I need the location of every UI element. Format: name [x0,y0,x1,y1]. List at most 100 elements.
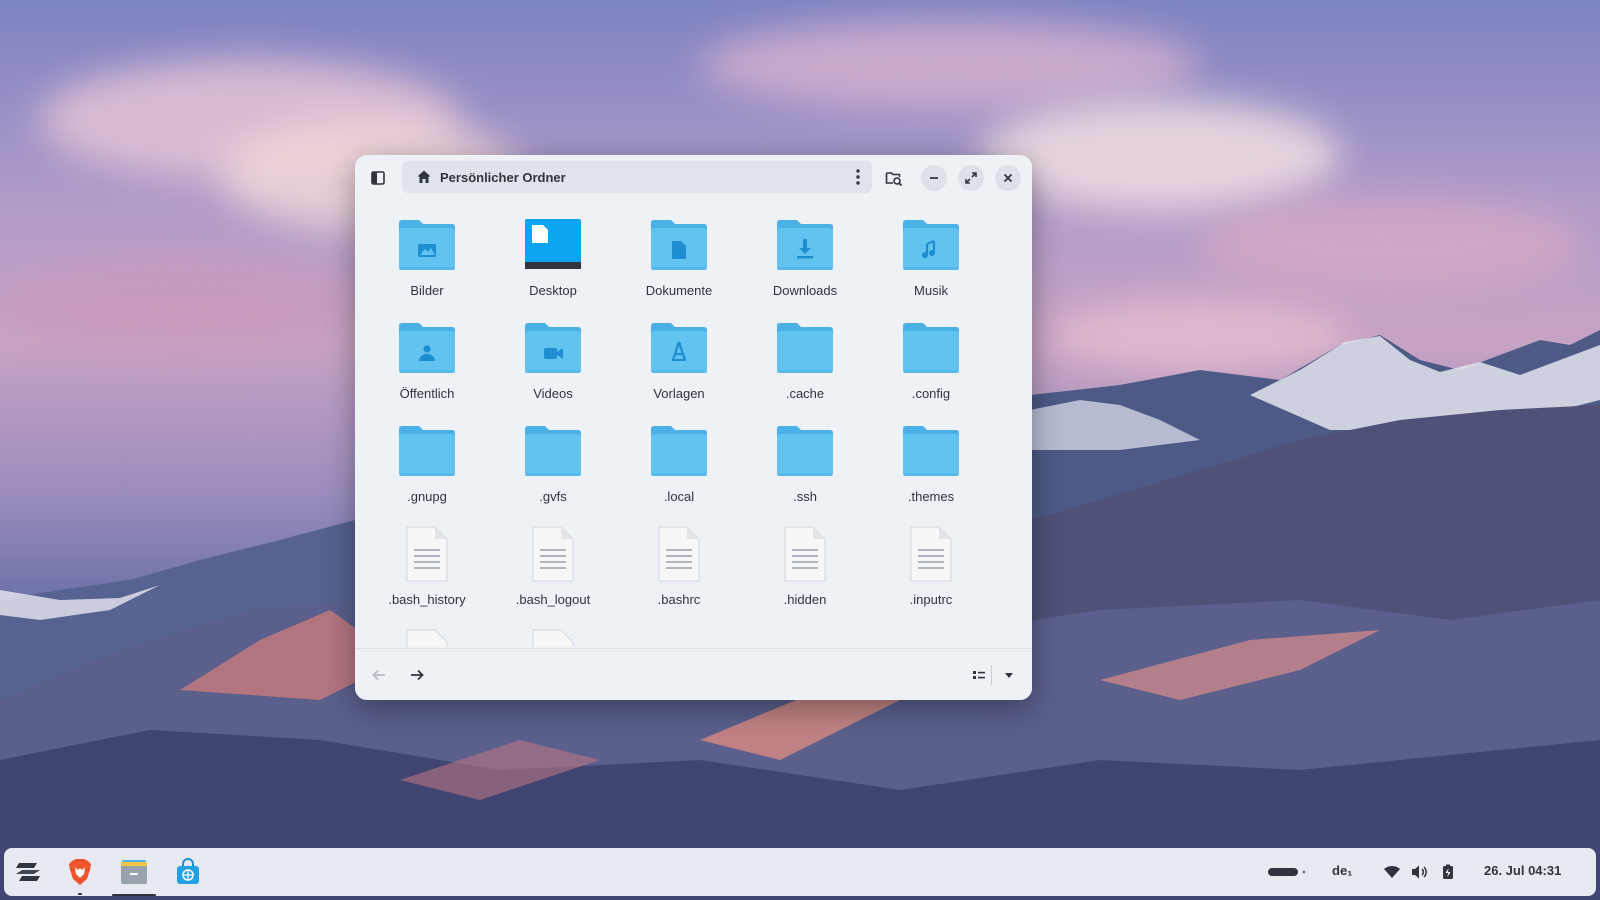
video-folder-icon [525,323,581,373]
current-folder-label: Persönlicher Ordner [440,169,566,185]
text-file-icon [784,526,826,582]
file-item-dot-bash-history[interactable]: .bash_history [367,526,487,626]
file-item-label: .hidden [783,592,827,607]
image-folder-icon [399,220,455,270]
document-folder-icon [651,220,707,270]
folder-icon [903,323,959,373]
view-mode-button[interactable] [967,663,991,687]
file-item-dot-hidden[interactable]: .hidden [745,526,865,626]
text-file-icon [406,526,448,582]
volume-icon [1412,865,1427,879]
file-item-dokumente[interactable]: Dokumente [619,217,739,317]
folder-icon [777,426,833,476]
file-item-dot-bash-logout[interactable]: .bash_logout [493,526,613,626]
toggle-sidebar-button[interactable] [365,165,391,191]
folder-icon [903,426,959,476]
sidebar-icon [371,171,385,185]
file-item-vorlagen[interactable]: Vorlagen [619,320,739,420]
view-options-dropdown[interactable] [997,663,1021,687]
file-item-partial[interactable] [367,629,487,647]
clock[interactable]: 26. Jul 04:31 [1484,863,1561,878]
file-item-musik[interactable]: Musik [871,217,991,317]
maximize-button[interactable] [958,165,984,191]
file-item-label: .ssh [793,489,817,504]
folder-icon [399,426,455,476]
file-item-downloads[interactable]: Downloads [745,217,865,317]
file-item-label: .themes [907,489,955,504]
file-item-label: Desktop [529,283,577,298]
file-item-label: Bilder [410,283,444,298]
minimize-icon [930,177,938,179]
wifi-icon [1384,865,1400,878]
power-indicator[interactable] [1432,856,1464,888]
file-item-label: .bash_logout [515,592,591,607]
file-item--ffentlich[interactable]: Öffentlich [367,320,487,420]
file-item-label: .config [911,386,951,401]
arrow-right-icon [411,669,424,681]
folder-icon [651,426,707,476]
file-item-dot-cache[interactable]: .cache [745,320,865,420]
file-item-label: .gvfs [539,489,567,504]
taskbar-software-store[interactable] [172,856,204,888]
file-item-dot-inputrc[interactable]: .inputrc [871,526,991,626]
template-folder-icon [651,323,707,373]
arrow-left-icon [372,669,385,681]
close-button[interactable] [995,165,1021,191]
battery-indicator[interactable] [1262,856,1316,888]
file-item-dot-gvfs[interactable]: .gvfs [493,423,613,523]
file-item-dot-bashrc[interactable]: .bashrc [619,526,739,626]
file-item-dot-themes[interactable]: .themes [871,423,991,523]
file-item-label: .inputrc [909,592,953,607]
desktop-icon [525,219,581,269]
taskbar-files[interactable] [112,856,156,896]
file-item-dot-config[interactable]: .config [871,320,991,420]
software-store-icon [177,858,199,884]
file-item-label: .bashrc [657,592,701,607]
file-item-label: Videos [533,386,573,401]
download-folder-icon [777,220,833,270]
file-item-desktop[interactable]: Desktop [493,217,613,317]
close-icon [1003,173,1013,183]
file-grid: Bilder Desktop Dokumente Downloads Musik Öffe… [367,217,1017,647]
folder-icon [525,426,581,476]
text-file-icon [658,526,700,582]
file-item-dot-local[interactable]: .local [619,423,739,523]
text-file-icon [406,629,448,647]
forward-button[interactable] [405,663,429,687]
keyboard-layout-indicator[interactable]: de₁ [1332,863,1353,878]
folder-search-icon [885,172,903,187]
zorin-menu-button[interactable] [12,856,44,888]
battery-pill-icon [1268,868,1306,876]
window-footer [355,648,1032,700]
back-button[interactable] [367,663,391,687]
text-file-icon [532,629,574,647]
file-item-dot-gnupg[interactable]: .gnupg [367,423,487,523]
folder-icon [777,323,833,373]
file-item-label: .gnupg [407,489,447,504]
file-item-label: .local [663,489,695,504]
file-cabinet-icon [121,860,147,884]
file-item-bilder[interactable]: Bilder [367,217,487,317]
taskbar-brave-browser[interactable] [64,856,96,895]
search-button[interactable] [881,165,907,191]
brave-lion-icon [69,859,91,885]
home-icon [417,170,431,183]
file-manager-window: Persönlicher Ordner Bilder Desktop Dokumen… [355,155,1032,700]
file-item-partial[interactable] [493,629,613,647]
file-item-dot-ssh[interactable]: .ssh [745,423,865,523]
more-options-icon[interactable] [856,169,860,185]
chevron-down-icon [1005,673,1013,678]
music-folder-icon [903,220,959,270]
maximize-icon [965,172,977,184]
file-item-label: Downloads [772,283,838,298]
file-item-label: .bash_history [388,592,466,607]
file-item-videos[interactable]: Videos [493,320,613,420]
file-item-label: Musik [914,283,948,298]
path-bar[interactable]: Persönlicher Ordner [402,161,872,193]
zorin-logo-icon [16,863,40,881]
minimize-button[interactable] [921,165,947,191]
headerbar: Persönlicher Ordner [355,155,1032,199]
list-view-icon [973,671,985,679]
footer-divider [991,665,992,685]
file-item-label: .cache [785,386,825,401]
